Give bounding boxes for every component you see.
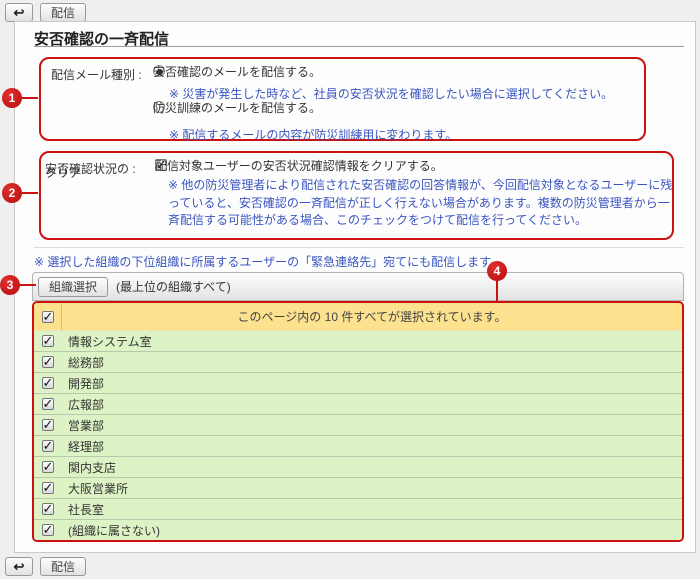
- org-name: 社長室: [61, 501, 104, 518]
- select-all-checkbox-icon[interactable]: [42, 311, 54, 323]
- radio-safety-mail[interactable]: 安否確認のメールを配信する。: [153, 65, 165, 77]
- table-row[interactable]: 経理部: [34, 435, 682, 456]
- annotation-marker-4: 4: [487, 261, 507, 281]
- org-name: 大阪営業所: [61, 480, 128, 497]
- row-checkbox-icon[interactable]: [42, 356, 54, 368]
- org-name: 経理部: [61, 438, 104, 455]
- row-checkbox-icon[interactable]: [42, 377, 54, 389]
- org-name: (組織に属さない): [61, 522, 160, 539]
- table-row[interactable]: (組織に属さない): [34, 519, 682, 540]
- mail-type-annotation-box: 配信メール種別 : 安否確認のメールを配信する。 ※ 災害が発生した時など、社員…: [39, 57, 646, 141]
- section-divider: [34, 247, 684, 248]
- radio-drill-mail-label: 防災訓練のメールを配信する。: [153, 99, 321, 116]
- status-clear-annotation-box: 安否確認状況の : クリア 配信対象ユーザーの安否状況確認情報をクリアする。 ※…: [39, 151, 674, 240]
- org-name: 総務部: [61, 354, 104, 371]
- table-row[interactable]: 開発部: [34, 372, 682, 393]
- select-all-cell[interactable]: [34, 303, 62, 330]
- table-row[interactable]: 総務部: [34, 351, 682, 372]
- select-all-banner: このページ内の 10 件すべてが選択されています。: [62, 303, 682, 330]
- org-broadcast-note: ※ 選択した組織の下位組織に所属するユーザーの「緊急連絡先」宛てにも配信します。: [34, 253, 502, 270]
- mail-type-label: 配信メール種別 :: [51, 66, 142, 83]
- main-panel: 安否確認の一斉配信 配信メール種別 : 安否確認のメールを配信する。 ※ 災害が…: [14, 21, 696, 553]
- back-arrow-icon: ↩: [14, 5, 25, 21]
- title-divider: [34, 46, 684, 47]
- row-checkbox-icon[interactable]: [42, 398, 54, 410]
- broadcast-button[interactable]: 配信: [40, 3, 86, 22]
- drill-mail-note: ※ 配信するメールの内容が防災訓練用に変わります。: [169, 126, 457, 143]
- org-name: 開発部: [61, 375, 104, 392]
- row-checkbox-icon[interactable]: [42, 419, 54, 431]
- row-checkbox-icon[interactable]: [42, 482, 54, 494]
- top-toolbar: ↩ 配信: [5, 3, 86, 22]
- table-row[interactable]: 情報システム室: [34, 331, 682, 351]
- annotation-line-1: [20, 97, 38, 99]
- org-scope-label: (最上位の組織すべて): [116, 278, 231, 295]
- table-row[interactable]: 社長室: [34, 498, 682, 519]
- table-row[interactable]: 広報部: [34, 393, 682, 414]
- annotation-marker-1: 1: [2, 88, 22, 108]
- annotation-marker-2: 2: [2, 183, 22, 203]
- back-arrow-icon: ↩: [14, 559, 25, 575]
- bottom-toolbar: ↩ 配信: [5, 557, 86, 576]
- radio-safety-mail-label: 安否確認のメールを配信する。: [153, 63, 321, 80]
- org-toolbar: 組織選択 (最上位の組織すべて): [32, 272, 684, 301]
- row-checkbox-icon[interactable]: [42, 335, 54, 347]
- broadcast-button[interactable]: 配信: [40, 557, 86, 576]
- status-clear-note: ※ 他の防災管理者により配信された安否確認の回答情報が、今回配信対象となるユーザ…: [168, 177, 673, 230]
- org-name: 広報部: [61, 396, 104, 413]
- org-name: 営業部: [61, 417, 104, 434]
- annotation-line-4: [496, 280, 498, 302]
- row-checkbox-icon[interactable]: [42, 440, 54, 452]
- org-name: 関内支店: [61, 459, 116, 476]
- clear-status-checkbox-label: 配信対象ユーザーの安否状況確認情報をクリアする。: [155, 157, 443, 174]
- org-table: このページ内の 10 件すべてが選択されています。 情報システム室 総務部 開発…: [32, 301, 684, 542]
- row-checkbox-icon[interactable]: [42, 461, 54, 473]
- annotation-marker-3: 3: [0, 275, 20, 295]
- clear-status-checkbox-row[interactable]: 配信対象ユーザーの安否状況確認情報をクリアする。: [155, 159, 167, 171]
- table-row[interactable]: 関内支店: [34, 456, 682, 477]
- row-checkbox-icon[interactable]: [42, 503, 54, 515]
- back-button[interactable]: ↩: [5, 557, 33, 576]
- org-select-button[interactable]: 組織選択: [38, 277, 108, 297]
- row-checkbox-icon[interactable]: [42, 524, 54, 536]
- back-button[interactable]: ↩: [5, 3, 33, 22]
- table-row[interactable]: 営業部: [34, 414, 682, 435]
- org-name: 情報システム室: [61, 333, 152, 350]
- select-all-row: このページ内の 10 件すべてが選択されています。: [34, 303, 682, 331]
- annotation-line-2: [20, 192, 38, 194]
- table-row[interactable]: 大阪営業所: [34, 477, 682, 498]
- annotation-line-3: [19, 284, 36, 286]
